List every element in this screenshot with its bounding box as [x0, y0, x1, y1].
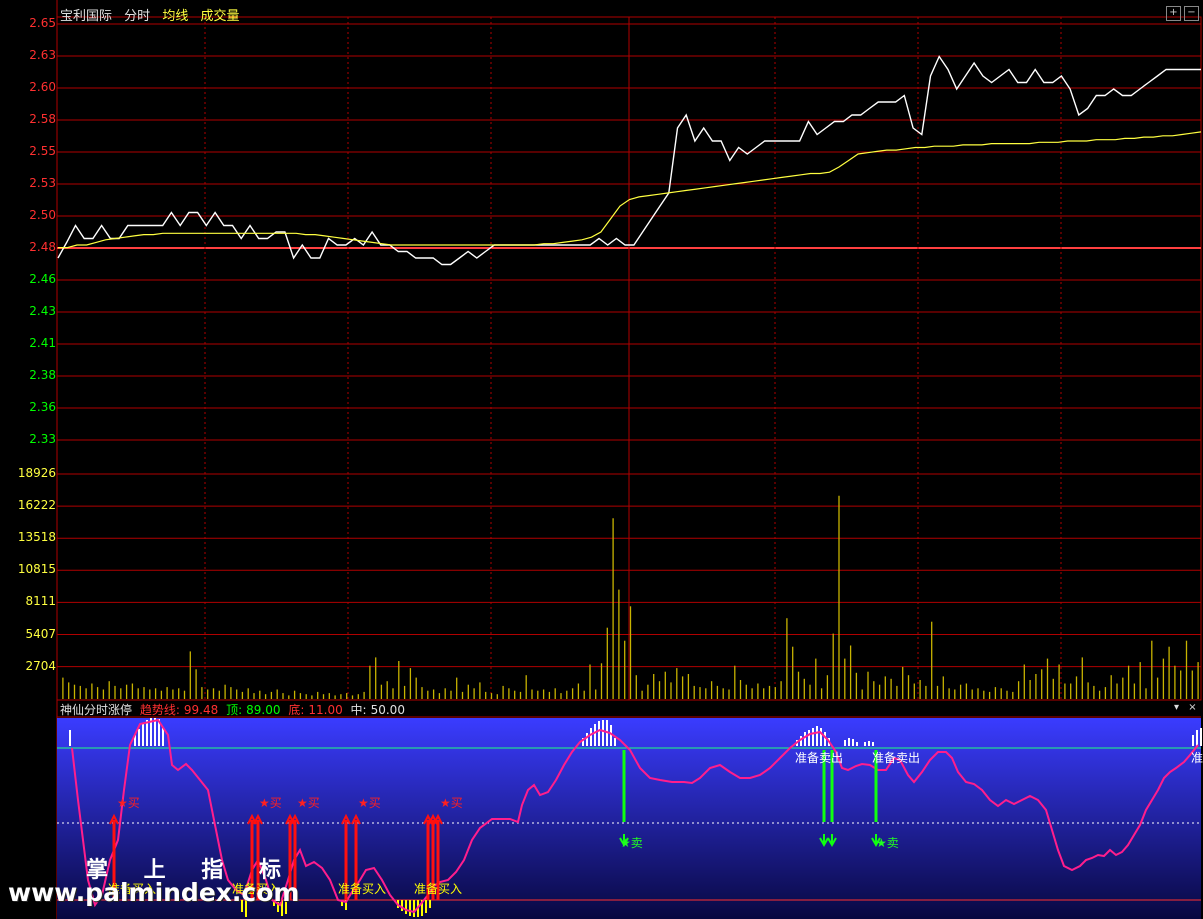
price-tick-label: 2.55	[29, 144, 56, 158]
volume-tick-label: 8111	[25, 594, 56, 609]
prepare-buy-label: 准备买入	[338, 882, 386, 896]
volume-tick-label: 10815	[17, 562, 56, 577]
zoom-out-icon[interactable]: −	[1184, 6, 1199, 21]
prepare-sell-label: 准备卖出	[872, 751, 920, 765]
price-tick-label: 2.58	[29, 112, 56, 126]
price-tick-label: 2.63	[29, 48, 56, 62]
price-tick-label: 2.60	[29, 80, 56, 94]
mid-label: 中:	[350, 703, 367, 717]
bottom-value: 11.00	[308, 703, 343, 717]
trend-value: 99.48	[183, 703, 219, 717]
buy-marker: ★买	[297, 796, 320, 810]
volume-tick-label: 13518	[17, 530, 56, 545]
indicator-name[interactable]: 神仙分时涨停	[60, 703, 132, 717]
top-label: 顶:	[226, 703, 243, 717]
volume-tick-label: 5407	[25, 626, 56, 641]
stock-name[interactable]: 宝利国际	[60, 9, 112, 24]
buy-marker: ★买	[440, 796, 463, 810]
close-icon[interactable]: ×	[1186, 702, 1199, 715]
top-value: 89.00	[246, 703, 281, 717]
buy-marker: ★买	[117, 796, 140, 810]
price-tick-label: 2.53	[29, 176, 56, 190]
price-tick-label: 2.65	[29, 16, 56, 30]
price-tick-label: 2.50	[29, 208, 56, 222]
price-tick-label: 2.41	[29, 336, 56, 350]
price-tick-label: 2.38	[29, 368, 56, 382]
tab-volume[interactable]: 成交量	[200, 9, 239, 24]
chart-header: 宝利国际 分时 均线 成交量	[60, 5, 247, 24]
sell-marker: ★卖	[876, 836, 899, 850]
sell-marker: ★卖	[620, 836, 643, 850]
mid-value: 50.00	[370, 703, 405, 717]
price-tick-label: 2.48	[29, 240, 56, 254]
intraday-chart-window: ★买 ★买 ★买 ★买 ★买 ★卖 ★卖 准备买入 准备买入 准备买入 准备买入 准备卖出 准备卖出准 …	[0, 0, 1203, 919]
tab-avg-line[interactable]: 均线	[162, 9, 188, 24]
price-tick-label: 2.36	[29, 400, 56, 414]
trend-label: 趋势线:	[139, 703, 180, 717]
price-tick-label: 2.46	[29, 272, 56, 286]
prepare-buy-label: 准备买入	[414, 882, 462, 896]
prepare-sell-label-partial: 准	[1191, 751, 1203, 765]
volume-tick-label: 16222	[17, 498, 56, 513]
tab-intraday[interactable]: 分时	[124, 9, 150, 24]
buy-marker: ★买	[358, 796, 381, 810]
price-tick-label: 2.33	[29, 432, 56, 446]
volume-tick-label: 18926	[17, 466, 56, 480]
chart-canvas[interactable]: ★买 ★买 ★买 ★买 ★买★卖 ★卖准备买入 准备买入 准备买入 准备买入准备卖出 准备卖出准	[0, 0, 1203, 919]
zoom-in-icon[interactable]: +	[1166, 6, 1181, 21]
indicator-header: 神仙分时涨停 趋势线: 99.48 顶: 89.00 底: 11.00 中: 50.00	[60, 701, 409, 718]
chevron-down-icon[interactable]: ▾	[1170, 702, 1183, 715]
volume-tick-label: 2704	[25, 658, 56, 673]
watermark-url: www.palmindex.com	[8, 878, 300, 907]
buy-marker: ★买	[259, 796, 282, 810]
price-tick-label: 2.43	[29, 304, 56, 318]
prepare-sell-label: 准备卖出	[795, 751, 843, 765]
bottom-label: 底:	[288, 703, 305, 717]
